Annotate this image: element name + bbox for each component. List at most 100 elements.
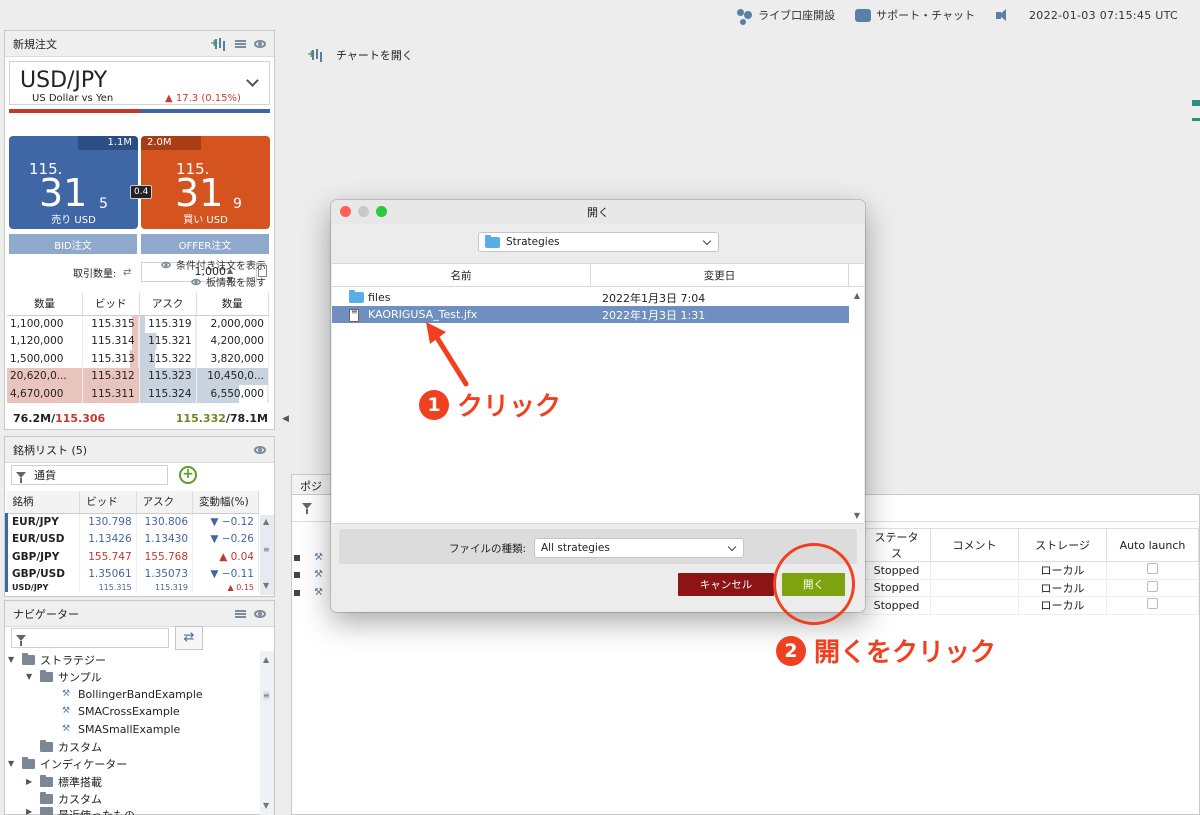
buy-volume: 2.0M bbox=[141, 136, 201, 150]
menu-icon[interactable] bbox=[235, 39, 246, 48]
tree-node-recent[interactable]: ▶最近使ったもの bbox=[26, 807, 135, 815]
auto-launch-checkbox[interactable] bbox=[1147, 598, 1158, 610]
tree-node-samples[interactable]: ▼ サンプル bbox=[26, 668, 102, 685]
zoom-window-button[interactable] bbox=[376, 206, 387, 217]
eye-icon[interactable] bbox=[254, 39, 266, 48]
panel-splitter[interactable]: ◀ bbox=[282, 414, 289, 424]
file-row-strategy[interactable]: KAORIGUSA_Test.jfx 2022年1月3日 1:31 bbox=[332, 306, 849, 323]
bid-order-button[interactable]: BID注文 bbox=[9, 234, 137, 254]
speaker-icon[interactable] bbox=[995, 8, 1009, 22]
eye-icon[interactable] bbox=[254, 445, 266, 454]
watchlist-title: 銘柄リスト (5) bbox=[13, 443, 88, 457]
ask-total-volume: /78.1M bbox=[225, 412, 268, 425]
annotation-step2: 2 開くをクリック bbox=[776, 632, 996, 669]
strategy-header[interactable]: ステータス bbox=[862, 528, 931, 562]
navigator-title: ナビゲーター bbox=[13, 607, 79, 621]
strategy-row-controls[interactable]: ⚒ bbox=[294, 552, 323, 563]
order-book: 数量 ビッド アスク 数量 1,100,000 115.315 115.319 … bbox=[7, 293, 269, 403]
tree-node-strategies[interactable]: ▼ ストラテジー bbox=[8, 651, 106, 668]
book-row[interactable]: 1,500,000 115.313 115.322 3,820,000 bbox=[7, 350, 269, 368]
symbol-selector[interactable]: USD/JPY US Dollar vs Yen ▲ 17.3 (0.15%) bbox=[9, 61, 270, 105]
eye-icon bbox=[191, 278, 201, 285]
book-row[interactable]: 4,670,000 115.311 115.324 6,550,000 bbox=[7, 385, 269, 403]
watchlist-header-cell[interactable]: 変動幅(%) bbox=[192, 491, 259, 514]
watchlist-row[interactable]: EUR/JPY 130.798 130.806 ▼ −0.12 bbox=[4, 513, 259, 531]
strategy-row[interactable]: Stopped ローカル bbox=[862, 561, 1199, 580]
offer-order-button[interactable]: OFFER注文 bbox=[141, 234, 269, 254]
watchlist-scrollbar[interactable]: ▲ ≡ ▼ bbox=[260, 515, 274, 595]
strategy-icon: ⚒ bbox=[62, 689, 71, 699]
strategy-row-controls[interactable]: ⚒ bbox=[294, 569, 323, 580]
swap-icon[interactable]: ⇄ bbox=[123, 267, 131, 278]
strategy-header[interactable]: コメント bbox=[930, 528, 1019, 562]
chevron-down-icon bbox=[702, 236, 712, 246]
book-row[interactable]: 20,620,0... 115.312 115.323 10,450,0... bbox=[7, 367, 269, 385]
tree-node-smacross[interactable]: ⚒ SMACrossExample bbox=[62, 703, 180, 720]
watchlist-header-cell[interactable]: 銘柄 bbox=[6, 491, 81, 514]
navigator-scrollbar[interactable]: ▲ ≡ ▼ bbox=[260, 651, 274, 815]
symbol-description: US Dollar vs Yen bbox=[32, 93, 114, 104]
scroll-down-icon[interactable]: ▼ bbox=[854, 511, 860, 520]
strategy-header[interactable]: ストレージ bbox=[1018, 528, 1107, 562]
folder-dropdown[interactable]: Strategies bbox=[478, 232, 719, 252]
strategy-icon: ⚒ bbox=[314, 569, 323, 580]
folder-icon bbox=[40, 669, 53, 682]
watchlist-header-cell[interactable]: アスク bbox=[136, 491, 194, 514]
tree-node-custom-indicators[interactable]: カスタム bbox=[40, 790, 102, 807]
auto-launch-checkbox[interactable] bbox=[1147, 580, 1158, 592]
watchlist-row[interactable]: GBP/USD 1.35061 1.35073 ▼ −0.11 bbox=[4, 565, 259, 583]
tree-node-smasmall[interactable]: ⚒ SMASmallExample bbox=[62, 721, 180, 738]
step1-text: クリック bbox=[457, 392, 562, 422]
watchlist-row[interactable]: GBP/JPY 155.747 155.768 ▲ 0.04 bbox=[4, 548, 259, 566]
folder-icon bbox=[22, 756, 35, 769]
file-row-files[interactable]: files 2022年1月3日 7:04 bbox=[332, 289, 849, 306]
tree-node-bollinger[interactable]: ⚒ BollingerBandExample bbox=[62, 686, 203, 703]
book-row[interactable]: 1,120,000 115.314 115.321 4,200,000 bbox=[7, 332, 269, 350]
watchlist-header-cell[interactable]: ビッド bbox=[79, 491, 137, 514]
eye-icon[interactable] bbox=[254, 609, 266, 618]
buy-quote[interactable]: 2.0M 115. 31 9 買い USD bbox=[141, 136, 270, 229]
close-window-button[interactable] bbox=[340, 206, 351, 217]
tree-node-custom[interactable]: カスタム bbox=[40, 738, 102, 755]
add-chart-icon[interactable] bbox=[210, 38, 227, 50]
auto-launch-checkbox[interactable] bbox=[1147, 563, 1158, 575]
navigator-filter-input[interactable] bbox=[11, 628, 169, 648]
watchlist-row[interactable]: USD/JPY 115.315 115.319 ▲ 0.15 bbox=[4, 583, 259, 592]
filter-icon[interactable] bbox=[302, 503, 312, 514]
tree-node-standard[interactable]: ▶ 標準搭載 bbox=[26, 773, 102, 790]
open-chart-button[interactable]: チャートを開く bbox=[307, 47, 413, 63]
filetype-bar: ファイルの種類: All strategies bbox=[339, 529, 857, 564]
watchlist-row[interactable]: EUR/USD 1.13426 1.13430 ▼ −0.26 bbox=[4, 530, 259, 548]
navigator-header: ナビゲーター bbox=[5, 601, 274, 627]
show-conditional-link[interactable]: 条件付き注文を表示 bbox=[160, 257, 266, 272]
step2-text: 開くをクリック bbox=[814, 638, 997, 668]
sell-quote[interactable]: 1.1M 115. 31 5 売り USD bbox=[9, 136, 138, 229]
filter-icon bbox=[16, 635, 26, 646]
strategy-row[interactable]: Stopped ローカル bbox=[862, 596, 1199, 615]
add-icon[interactable]: + bbox=[179, 466, 197, 484]
menu-icon[interactable] bbox=[235, 609, 246, 618]
live-account-link[interactable]: ライブ口座開設 bbox=[737, 7, 835, 23]
swap-button[interactable]: ⇄ bbox=[175, 626, 203, 650]
edge-marker bbox=[1192, 118, 1200, 121]
minimize-window-button[interactable] bbox=[358, 206, 369, 217]
book-row[interactable]: 1,100,000 115.315 115.319 2,000,000 bbox=[7, 315, 269, 333]
strategy-icon: ⚒ bbox=[62, 706, 71, 716]
scroll-up-icon[interactable]: ▲ bbox=[854, 291, 860, 300]
live-account-label: ライブ口座開設 bbox=[758, 9, 836, 22]
buy-price-pip: 9 bbox=[233, 196, 242, 212]
strategy-row[interactable]: Stopped ローカル bbox=[862, 578, 1199, 597]
column-name[interactable]: 名前 bbox=[332, 264, 591, 286]
strategy-header[interactable]: Auto launch bbox=[1106, 528, 1199, 562]
hide-book-link[interactable]: 板情報を隠す bbox=[190, 274, 266, 289]
filetype-select[interactable]: All strategies bbox=[534, 538, 744, 558]
support-chat-link[interactable]: サポート・チャット bbox=[855, 7, 975, 23]
watchlist-filter-input[interactable]: 通貨 bbox=[11, 465, 168, 485]
column-modified[interactable]: 変更日 bbox=[591, 264, 849, 286]
tree-node-indicators[interactable]: ▼ インディケーター bbox=[8, 755, 127, 772]
cancel-button[interactable]: キャンセル bbox=[678, 573, 774, 596]
annotation-circle bbox=[773, 543, 855, 625]
bid-total-volume: 76.2M/ bbox=[13, 412, 56, 425]
strategy-row-controls[interactable]: ⚒ bbox=[294, 587, 323, 598]
open-file-dialog: 開く Strategies 名前 変更日 files 2022年1月3日 7:0… bbox=[331, 200, 865, 612]
